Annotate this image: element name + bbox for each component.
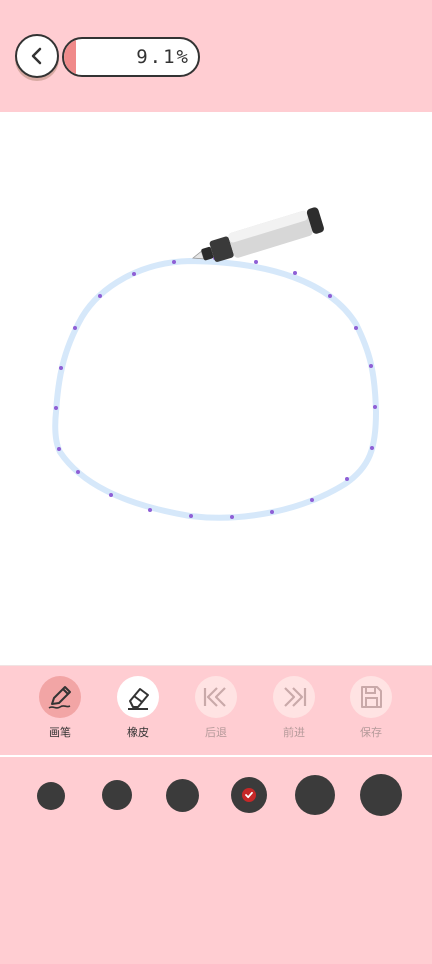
- undo-label: 后退: [205, 727, 227, 739]
- eraser-button[interactable]: 橡皮: [108, 676, 168, 746]
- save-icon: [361, 686, 382, 708]
- brush-size-4-selected[interactable]: [231, 777, 267, 813]
- undo-button-circle: [195, 676, 237, 718]
- save-label: 保存: [360, 727, 382, 739]
- save-button-circle: [350, 676, 392, 718]
- traced-stroke: [52, 258, 379, 521]
- brush-size-6[interactable]: [360, 774, 402, 816]
- top-bar: 9.1%: [0, 0, 432, 112]
- save-button[interactable]: 保存: [341, 676, 401, 746]
- redo-icon: [284, 687, 307, 707]
- pen-button-circle: [39, 676, 81, 718]
- brush-size-3[interactable]: [166, 779, 199, 812]
- brush-size-5[interactable]: [295, 775, 335, 815]
- redo-label: 前进: [283, 727, 305, 739]
- brush-size-1[interactable]: [37, 782, 65, 810]
- pen-button[interactable]: 画笔: [30, 676, 90, 746]
- checkmark-icon: [242, 788, 256, 802]
- progress-bar: 9.1%: [62, 37, 200, 77]
- eraser-icon: [128, 688, 149, 710]
- brush-size-2[interactable]: [102, 780, 132, 810]
- eraser-label: 橡皮: [127, 727, 149, 739]
- pen-label: 画笔: [49, 727, 71, 739]
- pen-icon: [48, 686, 71, 709]
- back-button[interactable]: [15, 34, 59, 78]
- redo-button-circle: [273, 676, 315, 718]
- eraser-button-circle: [117, 676, 159, 718]
- progress-text: 9.1%: [136, 46, 190, 68]
- chevron-left-icon: [31, 47, 42, 65]
- progress-fill: [64, 39, 77, 75]
- redo-button[interactable]: 前进: [264, 676, 324, 746]
- undo-button[interactable]: 后退: [186, 676, 246, 746]
- brush-size-picker: [0, 757, 432, 964]
- drawing-canvas[interactable]: [0, 112, 432, 665]
- undo-icon: [203, 687, 226, 707]
- tool-bar: 画笔 橡皮 后退 前进 保存: [0, 665, 432, 756]
- drawing-surface: [52, 207, 379, 521]
